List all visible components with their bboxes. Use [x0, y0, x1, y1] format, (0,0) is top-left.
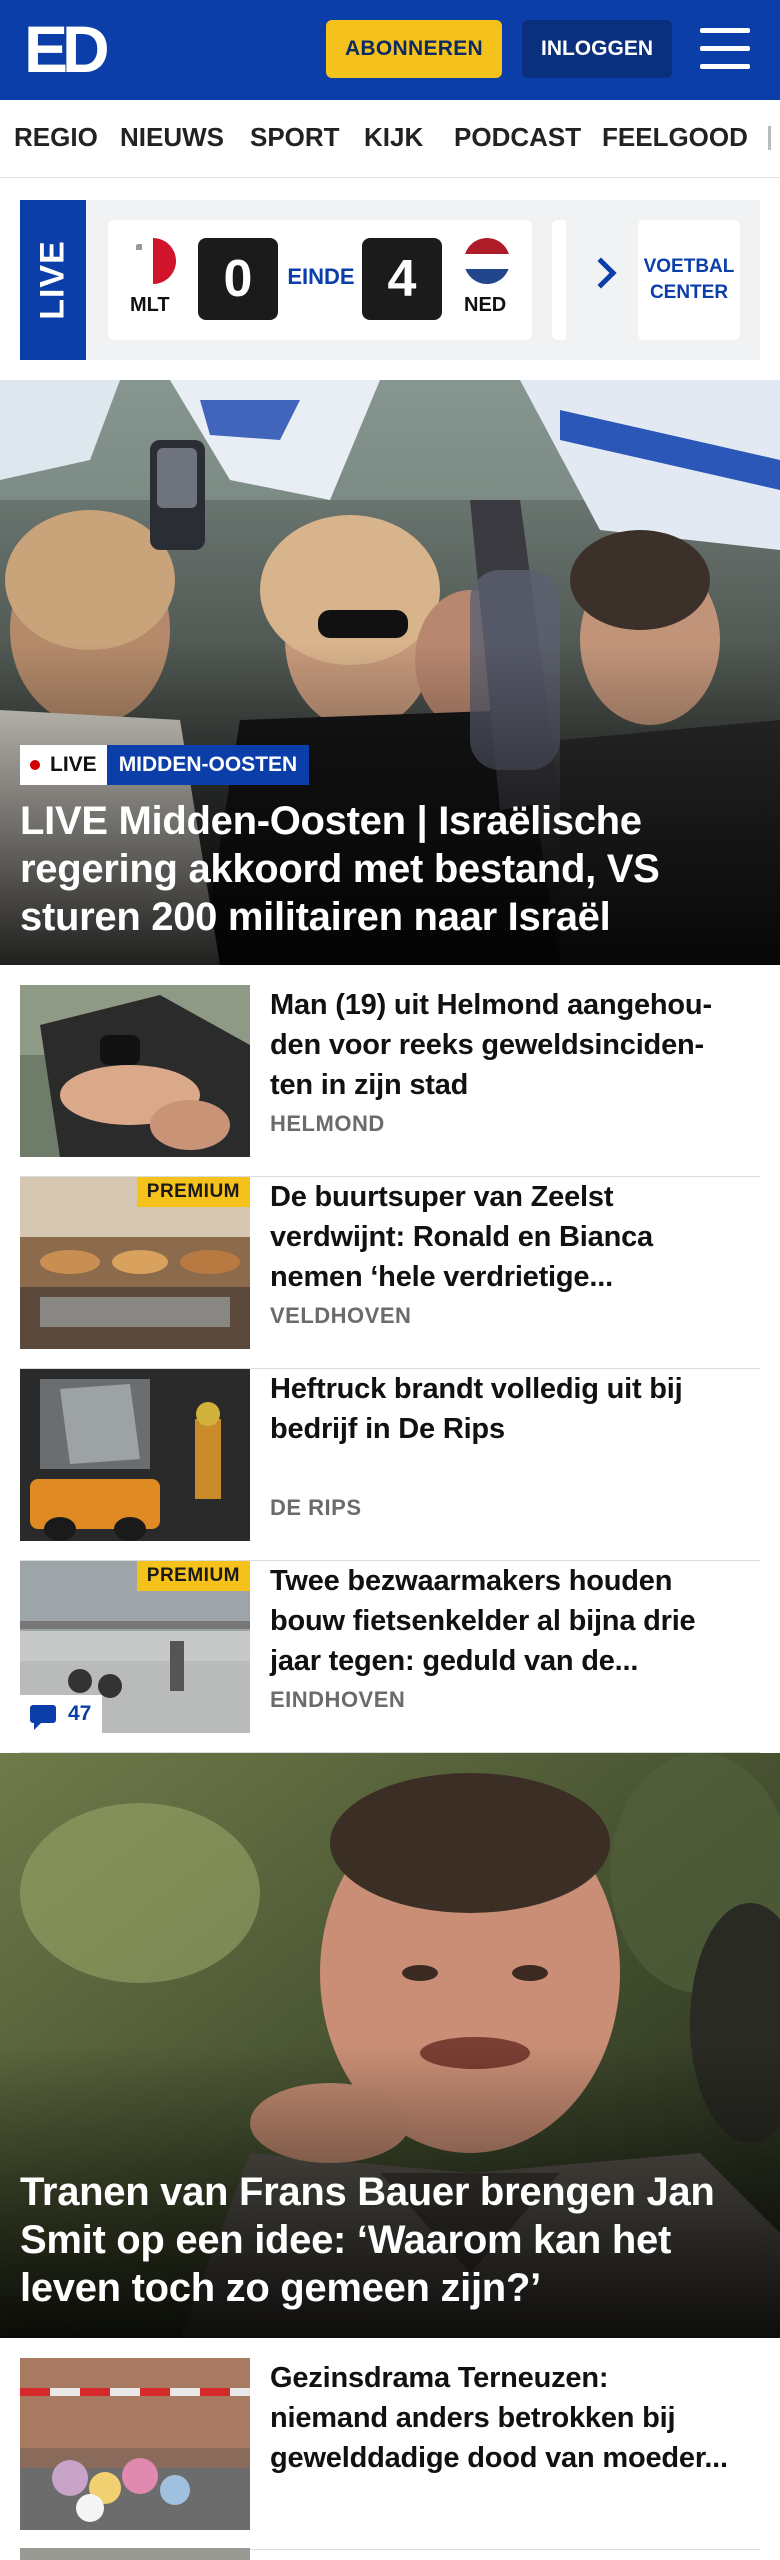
article-row[interactable]: Gezinsdrama Terneuzen: niemand anders be… [20, 2358, 760, 2550]
premium-badge: PREMIUM [136, 1561, 250, 1591]
article-title-line[interactable]: bedrijf in De Rips [270, 1409, 750, 1449]
article-title-line[interactable]: bouw fietsenkelder al bijna drie [270, 1601, 750, 1641]
top-header: ED ABONNEREN INLOGGEN [0, 0, 780, 100]
subscribe-button[interactable]: ABONNEREN [326, 20, 502, 78]
article-thumbnail: PREMIUM 47 [20, 1561, 250, 1733]
article-title-line[interactable]: niemand anders betrokken bij [270, 2398, 750, 2438]
article-title-line[interactable]: Twee bezwaarmakers houden [270, 1561, 750, 1601]
article-location: HELMOND [270, 1111, 385, 1136]
hero-tags: LIVE MIDDEN-OOSTEN [20, 745, 310, 785]
article-row[interactable]: PREMIUM 47 Twee bezwaarmakers houden bou… [20, 1561, 760, 1753]
away-score: 4 [362, 238, 442, 320]
article-thumbnail [20, 985, 250, 1157]
hero-title-line[interactable]: Tranen van Frans Bauer brengen Jan [20, 2168, 740, 2216]
article-title-line[interactable]: Heftruck brandt volledig uit bij [270, 1369, 750, 1409]
nav-overflow-item[interactable] [768, 126, 771, 150]
article-title-line[interactable]: verdwijnt: Ronald en Bianca [270, 1217, 750, 1257]
next-match-card-edge[interactable] [552, 220, 566, 340]
article-title-line[interactable]: De buurtsuper van Zeelst [270, 1177, 750, 1217]
home-score: 0 [198, 238, 278, 320]
live-dot-icon [30, 760, 40, 770]
hero-title-line[interactable]: leven toch zo gemeen zijn?’ [20, 2264, 740, 2312]
nav-item-regio[interactable]: REGIO [14, 122, 98, 153]
chevron-right-icon[interactable] [585, 257, 617, 289]
article-thumbnail [20, 2548, 250, 2560]
hero-title-line[interactable]: regering akkoord met bestand, VS [20, 845, 740, 893]
premium-badge: PREMIUM [136, 1177, 250, 1207]
hero-title-line[interactable]: Smit op een idee: ‘Waarom kan het [20, 2216, 740, 2264]
article-title-line[interactable]: jaar tegen: geduld van de... [270, 1641, 750, 1681]
match-card[interactable]: MLT 0 EINDE 4 NED [108, 220, 532, 340]
article-title-line[interactable]: gewelddadige dood van moeder... [270, 2438, 750, 2478]
article-row[interactable]: Heftruck brandt volledig uit bij bedrijf… [20, 1369, 760, 1561]
ed-logo[interactable]: ED [24, 16, 116, 82]
hero-title-line[interactable]: LIVE Midden-Oosten | Israëlische [20, 797, 740, 845]
nav-item-kijk[interactable]: KIJK [364, 122, 423, 153]
main-nav: REGIO NIEUWS SPORT KIJK PODCAST FEELGOOD [0, 100, 780, 178]
home-team-code: MLT [130, 294, 170, 316]
article-title-line[interactable]: Man (19) uit Helmond aangehou- [270, 985, 750, 1025]
malta-flag-icon [130, 238, 176, 284]
article-location: DE RIPS [270, 1495, 362, 1520]
comment-count-badge[interactable]: 47 [20, 1695, 102, 1733]
article-thumbnail [20, 2358, 250, 2530]
nav-item-feelgood[interactable]: FEELGOOD [602, 122, 748, 153]
article-title-line[interactable]: nemen ‘hele verdrietige... [270, 1257, 750, 1297]
nav-item-podcast[interactable]: PODCAST [454, 122, 581, 153]
hamburger-icon[interactable] [700, 28, 750, 70]
article-row[interactable]: PREMIUM De buurtsuper van Zeelst verdwij… [20, 1177, 760, 1369]
netherlands-flag-icon [464, 238, 510, 284]
article-thumbnail [20, 1369, 250, 1541]
article-location: VELDHOVEN [270, 1303, 412, 1328]
live-scores-strip: LIVE MLT 0 EINDE 4 NED VOETBAL CENTER [20, 200, 760, 360]
live-badge: LIVE [20, 745, 107, 785]
login-button[interactable]: INLOGGEN [522, 20, 672, 78]
nav-item-nieuws[interactable]: NIEUWS [120, 122, 224, 153]
comment-icon [30, 1705, 56, 1730]
article-title-line[interactable]: den voor reeks geweldsinciden- [270, 1025, 750, 1065]
away-team-code: NED [464, 294, 507, 316]
article-location: EINDHOVEN [270, 1687, 406, 1712]
article-title-line[interactable]: ten in zijn stad [270, 1065, 750, 1105]
nav-item-sport[interactable]: SPORT [250, 122, 340, 153]
article-row[interactable]: Man (19) uit Helmond aangehou- den voor … [20, 985, 760, 1177]
voetbal-center-button[interactable]: VOETBAL CENTER [638, 220, 740, 340]
live-tab[interactable]: LIVE [20, 200, 86, 360]
article-title-line[interactable]: Gezinsdrama Terneuzen: [270, 2358, 750, 2398]
hero-title-line[interactable]: sturen 200 militairen naar Israël [20, 893, 740, 941]
category-badge[interactable]: MIDDEN-OOSTEN [106, 745, 310, 785]
article-thumbnail: PREMIUM [20, 1177, 250, 1349]
match-status: EINDE [287, 264, 355, 289]
